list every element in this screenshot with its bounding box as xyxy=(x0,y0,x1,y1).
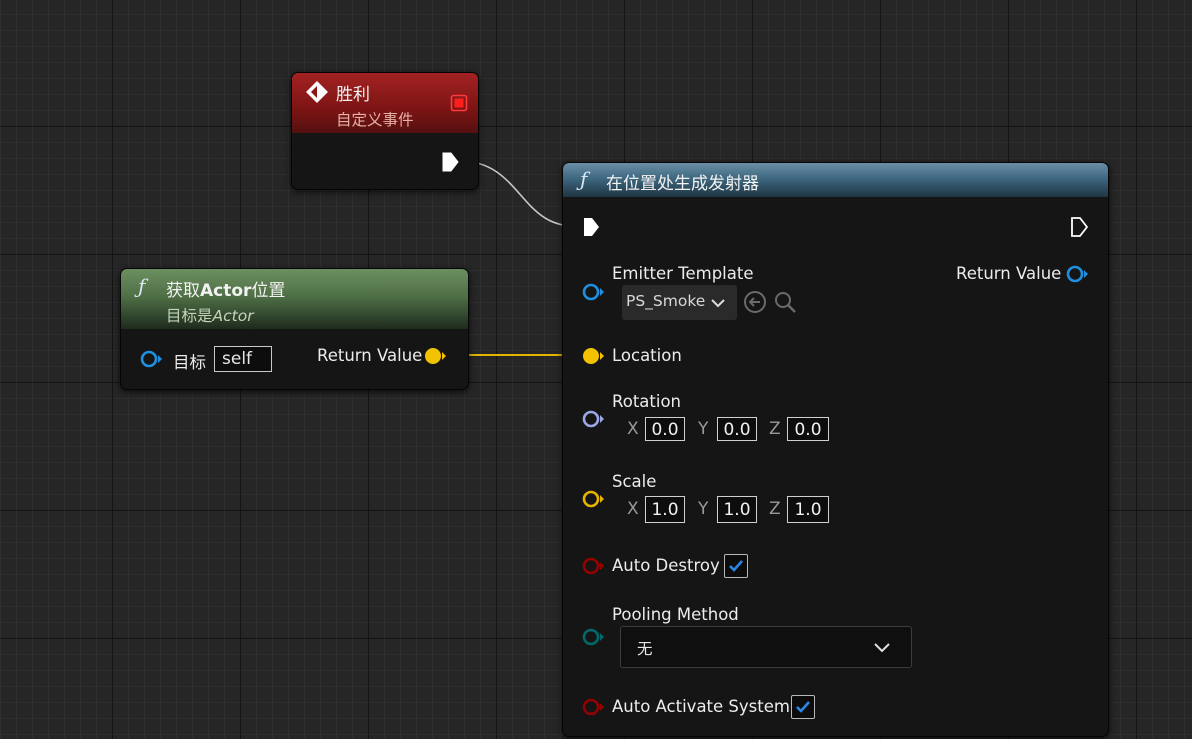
title-bold: Actor xyxy=(200,281,252,301)
auto-destroy-checkbox[interactable] xyxy=(724,554,748,578)
title-suffix: 位置 xyxy=(251,281,286,301)
custom-event-title: 胜利 xyxy=(336,85,370,105)
subtitle-prefix: 目标是 xyxy=(166,307,213,325)
emitter-template-select[interactable]: PS_Smoke xyxy=(622,285,737,320)
auto-destroy-label: Auto Destroy xyxy=(612,556,720,575)
function-icon: ƒ xyxy=(580,167,588,191)
spawn-emitter-header: ƒ 在位置处生成发射器 xyxy=(563,163,1108,197)
target-object-pin[interactable] xyxy=(139,349,163,369)
rotation-z-input[interactable]: 0.0 xyxy=(787,417,829,441)
return-value-vector-pin[interactable] xyxy=(423,346,447,366)
exec-in-pin[interactable] xyxy=(582,217,600,237)
target-value: self xyxy=(222,349,253,369)
rotation-x-input[interactable]: 0.0 xyxy=(645,417,685,441)
pooling-method-label: Pooling Method xyxy=(612,605,739,624)
custom-event-header: 胜利 自定义事件 xyxy=(292,73,478,133)
pooling-method-value: 无 xyxy=(637,640,653,658)
spawn-emitter-title: 在位置处生成发射器 xyxy=(606,174,759,194)
scale-y-input[interactable]: 1.0 xyxy=(717,496,757,523)
custom-event-node[interactable]: 胜利 自定义事件 xyxy=(291,72,479,190)
emitter-template-pin[interactable] xyxy=(581,282,605,302)
scale-vector-pin[interactable] xyxy=(581,489,605,509)
function-icon: ƒ xyxy=(138,274,146,298)
scale-z-input[interactable]: 1.0 xyxy=(787,496,829,523)
delegate-pin-icon[interactable] xyxy=(450,94,468,112)
rotation-label: Rotation xyxy=(612,392,682,411)
exec-out-pin[interactable] xyxy=(1070,217,1088,237)
search-icon[interactable] xyxy=(773,290,797,314)
scale-x-axis-label: X xyxy=(627,499,639,519)
location-label: Location xyxy=(612,346,682,365)
get-actor-location-subtitle: 目标是Actor xyxy=(166,304,254,326)
rotation-z-axis-label: Z xyxy=(769,419,781,439)
rotation-y-axis-label: Y xyxy=(698,419,709,439)
location-vector-pin[interactable] xyxy=(581,346,605,366)
emitter-template-label: Emitter Template xyxy=(612,264,754,283)
return-value-object-pin[interactable] xyxy=(1065,264,1089,284)
event-exec-out-pin[interactable] xyxy=(441,152,459,172)
rotation-rotator-pin[interactable] xyxy=(581,409,605,429)
custom-event-subtitle: 自定义事件 xyxy=(336,111,414,129)
scale-z-axis-label: Z xyxy=(769,499,781,519)
output-return-value-label: Return Value xyxy=(956,264,1062,283)
use-selected-asset-icon[interactable] xyxy=(743,290,767,314)
rotation-y-input[interactable]: 0.0 xyxy=(717,417,757,441)
scale-y-axis-label: Y xyxy=(698,499,709,519)
emitter-template-value: PS_Smoke xyxy=(626,292,706,310)
checkmark-icon xyxy=(729,560,743,572)
rotation-x-axis-label: X xyxy=(627,419,639,439)
target-input[interactable]: self xyxy=(214,346,272,372)
chevron-down-icon xyxy=(711,299,725,308)
auto-activate-label: Auto Activate System xyxy=(612,697,790,716)
auto-activate-bool-pin[interactable] xyxy=(581,697,605,717)
subtitle-italic: Actor xyxy=(212,307,254,325)
return-value-label: Return Value xyxy=(317,346,423,365)
get-actor-location-title: 获取Actor位置 xyxy=(166,276,285,301)
chevron-down-icon xyxy=(874,643,890,653)
target-label: 目标 xyxy=(173,353,206,372)
auto-activate-checkbox[interactable] xyxy=(791,695,815,719)
pooling-method-enum-pin[interactable] xyxy=(581,627,605,647)
auto-destroy-bool-pin[interactable] xyxy=(581,556,605,576)
spawn-emitter-node[interactable]: ƒ 在位置处生成发射器 Emitter Template PS_Smoke Re… xyxy=(562,162,1109,737)
scale-x-input[interactable]: 1.0 xyxy=(645,496,685,523)
scale-label: Scale xyxy=(612,472,657,491)
get-actor-location-header: ƒ 获取Actor位置 目标是Actor xyxy=(121,269,468,329)
title-prefix: 获取 xyxy=(166,281,200,301)
checkmark-icon xyxy=(796,701,810,713)
pooling-method-dropdown[interactable]: 无 xyxy=(620,626,912,668)
custom-event-icon xyxy=(306,81,328,103)
get-actor-location-node[interactable]: ƒ 获取Actor位置 目标是Actor 目标 self Return Valu… xyxy=(120,268,469,390)
